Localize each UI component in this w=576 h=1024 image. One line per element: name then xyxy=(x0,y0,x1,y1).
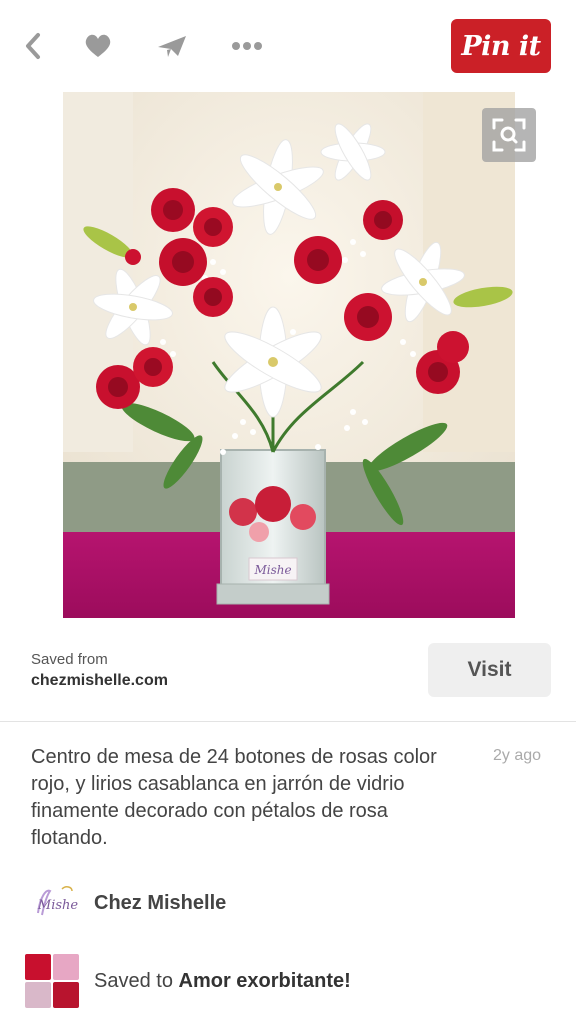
board-link[interactable]: Saved to Amor exorbitante! xyxy=(25,953,351,1009)
back-button[interactable] xyxy=(13,26,53,66)
paper-plane-icon xyxy=(158,36,186,57)
board-thumb-tile xyxy=(25,982,51,1008)
flower-arrangement-image: Mishe xyxy=(63,92,515,618)
board-thumbnail xyxy=(25,954,79,1008)
board-prefix: Saved to xyxy=(94,969,173,992)
pinner-name: Chez Mishelle xyxy=(94,891,227,914)
board-name: Amor exorbitante! xyxy=(178,969,351,992)
board-saved-to: Saved to Amor exorbitante! xyxy=(94,970,351,993)
avatar: Mishe xyxy=(31,882,81,924)
vase-label: Mishe xyxy=(253,563,291,577)
ellipsis-icon xyxy=(232,42,262,50)
chevron-left-icon xyxy=(26,33,40,59)
source-info: Saved from chezmishelle.com xyxy=(31,651,168,690)
heart-icon xyxy=(85,34,111,57)
pin-image[interactable]: Mishe xyxy=(63,92,515,618)
visual-search-button[interactable] xyxy=(482,108,536,162)
more-options-button[interactable] xyxy=(227,26,267,66)
visual-search-icon xyxy=(492,118,526,152)
like-button[interactable] xyxy=(78,26,118,66)
visit-button[interactable]: Visit xyxy=(428,643,551,697)
board-thumb-tile xyxy=(53,954,79,980)
pinner-profile[interactable]: Mishe Chez Mishelle xyxy=(31,882,226,924)
send-button[interactable] xyxy=(152,26,192,66)
saved-from-label: Saved from xyxy=(31,651,108,668)
board-thumb-tile xyxy=(25,954,51,980)
pin-description: Centro de mesa de 24 botones de rosas co… xyxy=(31,746,437,849)
source-domain-link[interactable]: chezmishelle.com xyxy=(31,672,168,690)
board-thumb-tile xyxy=(53,982,79,1008)
section-divider xyxy=(0,721,576,722)
avatar-logo-text: Mishe xyxy=(37,898,79,913)
pin-it-button[interactable]: Pin it xyxy=(451,19,551,73)
top-toolbar: Pin it xyxy=(0,0,576,92)
pin-timestamp: 2y ago xyxy=(493,747,542,764)
